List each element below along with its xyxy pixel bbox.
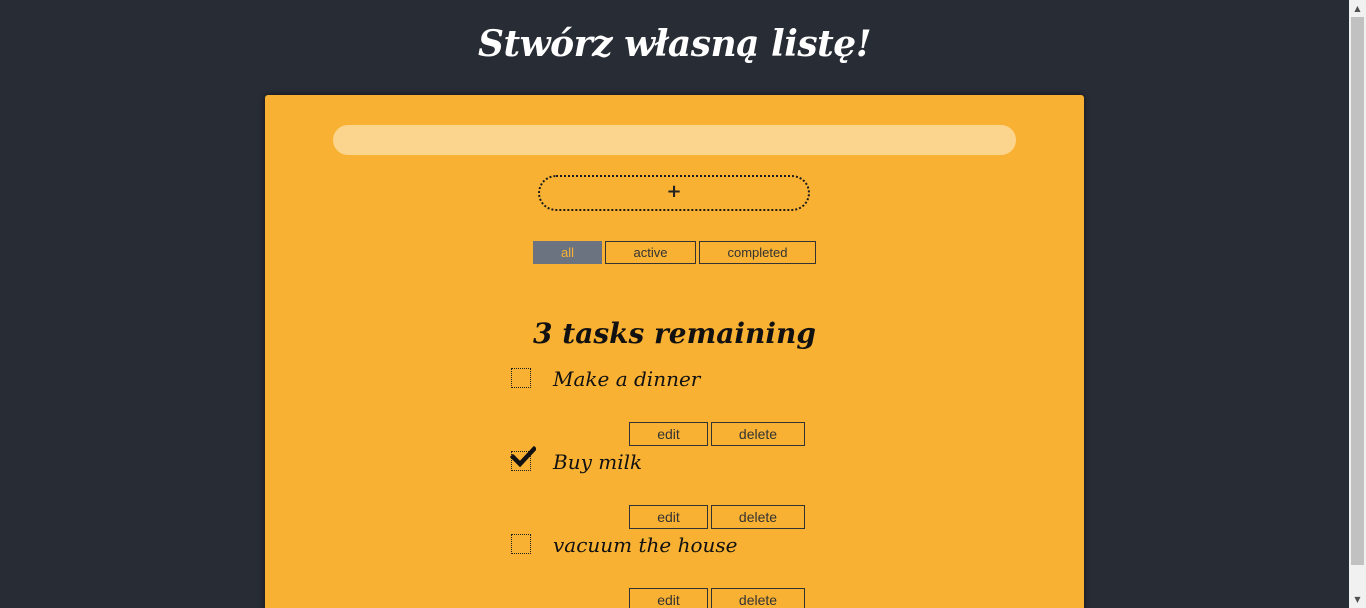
todo-card: + all active completed 3 tasks remaining…: [265, 95, 1084, 608]
scroll-down-arrow-icon[interactable]: ▼: [1349, 591, 1366, 608]
filter-all-button[interactable]: all: [533, 241, 602, 264]
todo-item: vacuum the house edit delete: [265, 533, 1084, 608]
todo-label: Buy milk: [553, 450, 643, 474]
delete-button[interactable]: delete: [711, 505, 805, 529]
delete-button[interactable]: delete: [711, 422, 805, 446]
edit-button[interactable]: edit: [629, 588, 708, 608]
delete-button[interactable]: delete: [711, 588, 805, 608]
todo-item: Make a dinner edit delete: [265, 367, 1084, 451]
todo-item: Buy milk edit delete: [265, 445, 1084, 534]
scrollbar-thumb[interactable]: [1351, 17, 1364, 565]
todo-label: vacuum the house: [553, 533, 738, 557]
check-icon: [510, 445, 536, 468]
edit-button[interactable]: edit: [629, 505, 708, 529]
page-title: Stwórz własną listę!: [478, 23, 872, 65]
todo-checkbox[interactable]: [511, 368, 531, 388]
edit-button[interactable]: edit: [629, 422, 708, 446]
tasks-remaining-heading: 3 tasks remaining: [533, 317, 816, 350]
vertical-scrollbar[interactable]: ▲ ▼: [1349, 0, 1366, 608]
scroll-up-arrow-icon[interactable]: ▲: [1349, 0, 1366, 17]
app-page: Stwórz własną listę! + all active comple…: [0, 0, 1349, 608]
todo-checkbox[interactable]: [511, 534, 531, 554]
add-task-button[interactable]: +: [538, 175, 810, 211]
filter-completed-button[interactable]: completed: [699, 241, 816, 264]
filter-active-button[interactable]: active: [605, 241, 696, 264]
todo-checkbox[interactable]: [510, 445, 536, 471]
new-task-input[interactable]: [333, 125, 1016, 155]
todo-label: Make a dinner: [553, 367, 701, 391]
